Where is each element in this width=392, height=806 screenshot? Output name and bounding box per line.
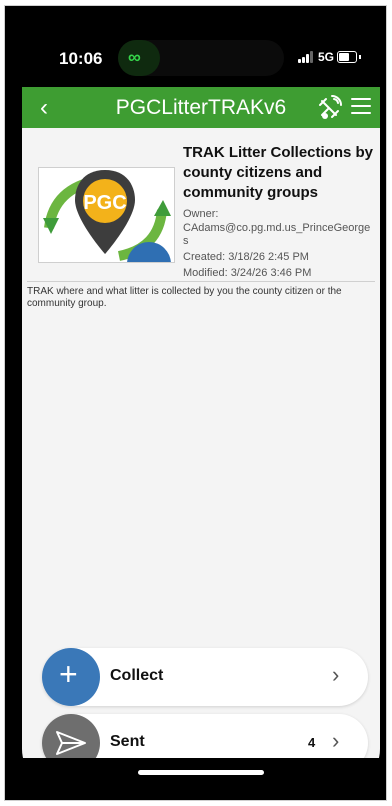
collect-circle: +	[42, 648, 100, 706]
device-frame: 10:06 ∞ 5G ‹ PGCLitterTRAKv6 PGC TRAK Li…	[4, 5, 387, 801]
chevron-right-icon: ›	[332, 728, 340, 753]
owner-value: CAdams@co.pg.md.us_PrinceGeorges	[183, 222, 371, 247]
status-time: 10:06	[59, 49, 103, 68]
owner-label: Owner:	[183, 208, 219, 220]
pgc-logo: PGC	[39, 168, 174, 262]
survey-details: PGC TRAK Litter Collections by county ci…	[22, 128, 380, 772]
svg-text:PGC: PGC	[83, 192, 126, 214]
divider	[27, 281, 375, 282]
send-icon	[56, 731, 86, 755]
survey-description: TRAK where and what litter is collected …	[27, 286, 342, 309]
survey-info: TRAK Litter Collections by county citize…	[183, 143, 375, 280]
live-activity: ∞	[118, 40, 160, 76]
created-date: Created: 3/18/26 2:45 PM	[183, 251, 309, 263]
modified-date: Modified: 3/24/26 3:46 PM	[183, 267, 312, 279]
status-bar: 10:06 ∞ 5G	[22, 21, 380, 87]
home-indicator[interactable]	[138, 770, 264, 775]
battery-icon	[337, 51, 361, 63]
phone-screen: 10:06 ∞ 5G ‹ PGCLitterTRAKv6 PGC TRAK Li…	[22, 21, 380, 789]
home-indicator-area	[22, 758, 380, 789]
sent-label: Sent	[110, 733, 145, 750]
collect-button[interactable]: + Collect ›	[42, 648, 368, 706]
network-type: 5G	[318, 50, 335, 64]
plus-icon: +	[59, 656, 78, 692]
sent-count: 4	[308, 735, 316, 750]
collect-label: Collect	[110, 667, 164, 684]
menu-icon[interactable]	[351, 98, 371, 116]
chevron-right-icon: ›	[332, 662, 340, 687]
link-icon: ∞	[128, 47, 141, 67]
dynamic-island: ∞	[118, 40, 284, 76]
signal-icon	[298, 51, 316, 63]
app-header: ‹ PGCLitterTRAKv6	[22, 87, 380, 128]
survey-thumbnail: PGC	[38, 167, 175, 263]
satellite-icon[interactable]	[316, 95, 342, 121]
survey-title: TRAK Litter Collections by county citize…	[183, 144, 374, 201]
